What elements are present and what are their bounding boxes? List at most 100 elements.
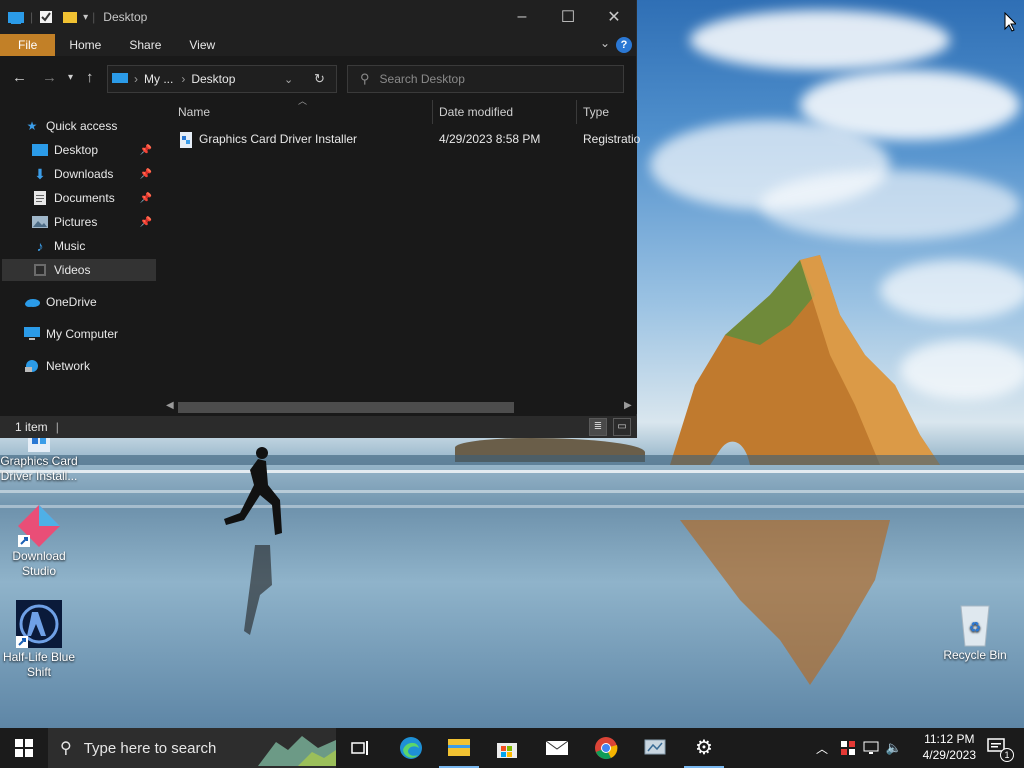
forward-arrow-icon[interactable]: → xyxy=(42,69,57,86)
back-arrow-icon[interactable]: ← xyxy=(12,69,27,86)
column-header-name[interactable]: Name xyxy=(178,100,210,124)
rock-arch xyxy=(670,255,940,465)
tab-view[interactable]: View xyxy=(175,34,229,56)
clock-time: 11:12 PM xyxy=(924,732,975,746)
svg-text:♻: ♻ xyxy=(969,620,982,636)
sidebar-item-downloads[interactable]: ⬇ Downloads 📌 xyxy=(32,163,156,185)
action-center-button[interactable]: 1 xyxy=(980,728,1016,768)
file-row[interactable]: Graphics Card Driver Installer 4/29/2023… xyxy=(160,128,640,150)
tab-share[interactable]: Share xyxy=(115,34,175,56)
scroll-right-arrow-icon[interactable]: ▶ xyxy=(624,400,632,411)
network-app-taskbar-button[interactable] xyxy=(635,728,675,768)
sidebar-item-label: Quick access xyxy=(46,119,118,133)
up-arrow-icon[interactable]: ↑ xyxy=(86,69,94,86)
help-button[interactable]: ? xyxy=(616,37,632,53)
recycle-bin-icon: ♻ xyxy=(960,605,990,647)
desktop-icon-recycle-bin[interactable]: ♻ Recycle Bin xyxy=(936,602,1014,663)
tab-file[interactable]: File xyxy=(0,34,56,56)
column-header-type[interactable]: Type xyxy=(583,100,609,124)
volume-icon[interactable]: 🔈 xyxy=(884,728,904,768)
security-tray-button[interactable] xyxy=(838,728,858,768)
mail-taskbar-button[interactable] xyxy=(537,728,577,768)
taskbar-search-placeholder: Type here to search xyxy=(83,739,217,757)
item-count: 1 item xyxy=(15,420,48,434)
music-note-icon: ♪ xyxy=(36,238,44,254)
sidebar-item-onedrive[interactable]: OneDrive xyxy=(24,291,154,313)
recent-locations-chevron-icon[interactable]: ▾ xyxy=(68,72,73,83)
sidebar-item-label: Music xyxy=(54,239,86,253)
chrome-taskbar-button[interactable] xyxy=(586,728,626,768)
details-view-button[interactable]: ≣ xyxy=(589,418,607,436)
pin-icon[interactable]: 📌 xyxy=(140,145,152,156)
star-icon: ★ xyxy=(26,119,38,133)
pin-icon[interactable]: 📌 xyxy=(140,169,152,180)
breadcrumb-my-computer[interactable]: My ... xyxy=(144,72,173,86)
scrollbar-thumb[interactable] xyxy=(178,402,514,413)
registry-file-icon xyxy=(180,132,192,148)
network-tray-button[interactable] xyxy=(861,728,881,768)
scroll-left-arrow-icon[interactable]: ◀ xyxy=(166,400,174,411)
column-header-date-modified[interactable]: Date modified xyxy=(439,100,513,124)
desktop-icon-label: Graphics Card Driver Install... xyxy=(0,454,78,483)
desktop-icon-download-studio[interactable]: Download Studio xyxy=(0,503,78,579)
qa-dropdown-icon[interactable]: ▾ xyxy=(83,12,88,23)
settings-taskbar-button[interactable]: ⚙ xyxy=(684,728,724,768)
file-list: ︿ Name Date modified Type Graphics Card … xyxy=(160,96,640,400)
properties-check-icon[interactable] xyxy=(39,10,53,24)
tab-home[interactable]: Home xyxy=(55,34,115,56)
refresh-icon[interactable]: ↻ xyxy=(314,71,325,87)
sidebar-item-desktop[interactable]: Desktop 📌 xyxy=(32,139,156,161)
sidebar-item-videos[interactable]: Videos xyxy=(2,259,156,281)
start-button[interactable] xyxy=(0,728,48,768)
chrome-icon xyxy=(595,737,618,760)
column-separator[interactable] xyxy=(576,100,577,124)
taskbar-clock[interactable]: 11:12 PM 4/29/2023 xyxy=(923,731,976,763)
sidebar-item-music[interactable]: ♪ Music xyxy=(32,235,156,257)
task-view-button[interactable] xyxy=(340,728,380,768)
status-separator: | xyxy=(55,420,59,434)
column-separator[interactable] xyxy=(432,100,433,124)
status-bar: 1 item | ≣ ▭ xyxy=(0,416,637,438)
sidebar-item-documents[interactable]: Documents 📌 xyxy=(32,187,156,209)
desktop-icon-half-life[interactable]: Half-Life Blue Shift xyxy=(0,600,78,680)
sidebar-item-pictures[interactable]: Pictures 📌 xyxy=(32,211,156,233)
sidebar-item-quick-access[interactable]: ★ Quick access xyxy=(24,115,154,137)
sidebar-item-label: Desktop xyxy=(54,143,99,157)
edge-taskbar-button[interactable] xyxy=(391,728,431,768)
title-bar[interactable]: | ▾ | Desktop – ☐ ✕ xyxy=(0,0,636,34)
sidebar-item-network[interactable]: Network xyxy=(24,355,154,377)
pin-icon[interactable]: 📌 xyxy=(140,193,152,204)
address-dropdown-icon[interactable]: ⌄ xyxy=(284,73,293,86)
taskbar: ⚲ Type here to search ⚙ ︿ 🔈 11:12 PM 4/2… xyxy=(0,728,1024,768)
breadcrumb-desktop[interactable]: Desktop xyxy=(191,72,235,86)
file-name: Graphics Card Driver Installer xyxy=(199,132,358,146)
edge-icon xyxy=(400,737,422,759)
task-view-icon xyxy=(351,741,368,755)
pin-icon[interactable]: 📌 xyxy=(140,217,152,228)
sidebar-item-label: OneDrive xyxy=(46,295,97,309)
horizontal-scrollbar[interactable]: ◀ ▶ xyxy=(160,400,637,414)
breadcrumb-separator: › xyxy=(134,72,138,86)
document-icon xyxy=(32,191,48,205)
show-hidden-icons-chevron-icon[interactable]: ︿ xyxy=(812,728,832,768)
new-folder-icon[interactable] xyxy=(63,10,78,24)
close-button[interactable]: ✕ xyxy=(591,0,637,34)
sidebar-item-label: My Computer xyxy=(46,327,119,341)
expand-ribbon-chevron-icon[interactable]: ⌄ xyxy=(600,36,610,50)
maximize-button[interactable]: ☐ xyxy=(545,0,591,34)
search-box[interactable]: ⚲ Search Desktop xyxy=(347,65,624,93)
store-taskbar-button[interactable] xyxy=(487,728,527,768)
window-title: Desktop xyxy=(103,10,148,24)
download-studio-icon xyxy=(18,505,60,547)
search-highlight-image xyxy=(258,736,336,766)
file-explorer-window[interactable]: | ▾ | Desktop – ☐ ✕ File Home Share View… xyxy=(0,0,640,438)
desktop-icon-graphics-driver[interactable]: Graphics Card Driver Install... xyxy=(0,432,78,484)
file-explorer-taskbar-button[interactable] xyxy=(439,728,479,768)
store-bag-icon xyxy=(497,743,517,758)
sidebar-item-my-computer[interactable]: My Computer xyxy=(24,323,154,345)
large-icons-view-button[interactable]: ▭ xyxy=(613,418,631,436)
minimize-button[interactable]: – xyxy=(499,0,545,34)
address-bar[interactable]: › My ... › Desktop ⌄ ↻ xyxy=(107,65,337,93)
taskbar-search-box[interactable]: ⚲ Type here to search xyxy=(48,728,336,768)
computer-icon xyxy=(24,327,40,341)
